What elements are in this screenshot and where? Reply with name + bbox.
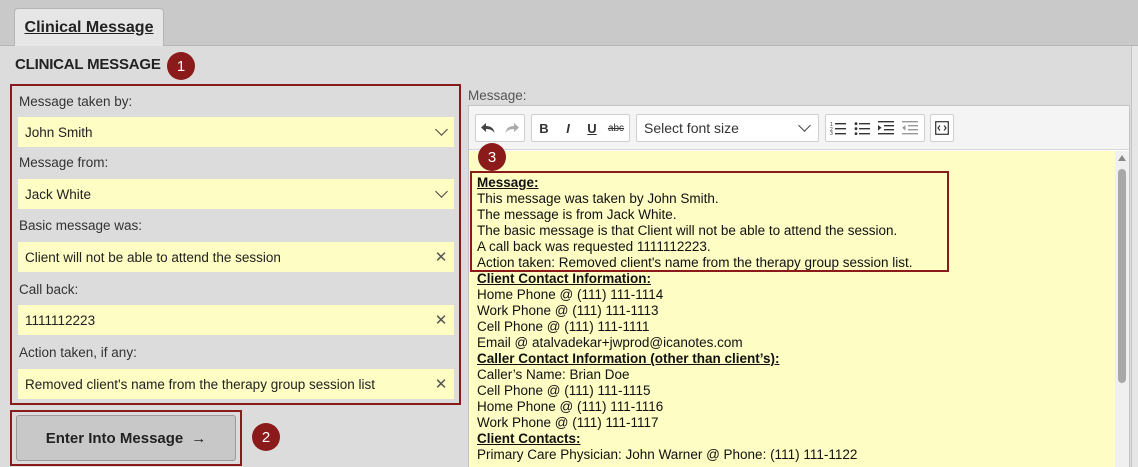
enter-button-highlight: Enter Into Message → <box>10 410 242 466</box>
action-label: Action taken, if any: <box>19 345 137 360</box>
outdent-icon[interactable] <box>898 116 922 140</box>
message-heading-line: Client Contacts: <box>477 431 581 446</box>
message-line: Home Phone @ (111) 111-1116 <box>477 399 664 414</box>
underline-button[interactable]: U <box>580 116 604 140</box>
bullet-list-icon[interactable] <box>850 116 874 140</box>
from-select[interactable]: Jack White <box>18 179 454 209</box>
source-code-icon[interactable] <box>931 116 953 140</box>
editor-toolbar: B I U abc Select font size 123 <box>469 106 1129 150</box>
message-line: Cell Phone @ (111) 111-1111 <box>477 319 650 334</box>
taken-by-value: John Smith <box>25 124 93 140</box>
enter-button-label: Enter Into Message <box>45 429 184 447</box>
message-editor: B I U abc Select font size 123 Message: … <box>468 105 1130 467</box>
arrow-right-icon: → <box>191 429 207 447</box>
basic-message-input[interactable]: Client will not be able to attend the se… <box>18 242 454 272</box>
message-label: Message: <box>468 88 527 103</box>
taken-by-label: Message taken by: <box>19 94 133 109</box>
action-value: Removed client's name from the therapy g… <box>25 376 375 392</box>
scroll-thumb[interactable] <box>1118 169 1126 383</box>
taken-by-select[interactable]: John Smith <box>18 117 454 147</box>
undo-icon[interactable] <box>476 116 500 140</box>
basic-label: Basic message was: <box>19 218 143 233</box>
format-group: B I U abc <box>531 114 630 142</box>
message-form: Message taken by: John Smith Message fro… <box>10 84 461 405</box>
message-line: Cell Phone @ (111) 111-1115 <box>477 383 651 398</box>
action-input[interactable]: Removed client's name from the therapy g… <box>18 369 454 399</box>
message-content[interactable]: Message: This message was taken by John S… <box>469 151 1115 467</box>
step-badge-2: 2 <box>252 423 280 451</box>
tab-bar: Clinical Message <box>0 0 1138 46</box>
chevron-down-icon <box>798 119 811 132</box>
message-line: The basic message is that Client will no… <box>477 223 898 238</box>
message-line: The message is from Jack White. <box>477 207 677 222</box>
source-group <box>930 114 954 142</box>
right-panel-edge <box>1131 46 1138 467</box>
history-group <box>475 114 525 142</box>
message-line: Primary Care Physician: John Warner @ Ph… <box>477 447 858 462</box>
clear-icon[interactable]: ✕ <box>428 242 454 272</box>
scroll-up-icon[interactable] <box>1118 155 1126 161</box>
strikethrough-button[interactable]: abc <box>604 116 628 140</box>
ordered-list-icon[interactable]: 123 <box>826 116 850 140</box>
svg-text:3: 3 <box>830 131 833 135</box>
enter-into-message-button[interactable]: Enter Into Message → <box>16 415 236 461</box>
message-heading-line: Message: <box>477 175 539 190</box>
message-line: Email @ atalvadekar+jwprod@icanotes.com <box>477 335 743 350</box>
indent-icon[interactable] <box>874 116 898 140</box>
step-badge-3: 3 <box>478 143 506 171</box>
chevron-down-icon[interactable] <box>428 179 454 209</box>
message-line: Work Phone @ (111) 111-1117 <box>477 415 659 430</box>
message-line: This message was taken by John Smith. <box>477 191 719 206</box>
callback-value: 1111112223 <box>25 312 96 328</box>
basic-message-value: Client will not be able to attend the se… <box>25 249 281 265</box>
message-heading-line: Client Contact Information: <box>477 271 651 286</box>
redo-icon[interactable] <box>500 116 524 140</box>
message-line: Caller’s Name: Brian Doe <box>477 367 630 382</box>
clear-icon[interactable]: ✕ <box>428 369 454 399</box>
section-title: CLINICAL MESSAGE <box>15 56 161 73</box>
italic-button[interactable]: I <box>556 116 580 140</box>
message-scrollbar[interactable] <box>1115 151 1129 467</box>
font-size-select[interactable]: Select font size <box>636 114 819 142</box>
message-line: Action taken: Removed client's name from… <box>477 255 913 270</box>
font-size-value: Select font size <box>644 120 739 136</box>
list-group: 123 <box>825 114 925 142</box>
message-heading-line: Caller Contact Information (other than c… <box>477 351 780 366</box>
message-line: Home Phone @ (111) 111-1114 <box>477 287 664 302</box>
from-label: Message from: <box>19 155 109 170</box>
callback-input[interactable]: 1111112223 ✕ <box>18 305 454 335</box>
chevron-down-icon[interactable] <box>428 117 454 147</box>
from-value: Jack White <box>25 186 92 202</box>
step-badge-1: 1 <box>167 52 195 80</box>
message-line: A call back was requested 1111112223. <box>477 239 711 254</box>
clear-icon[interactable]: ✕ <box>428 305 454 335</box>
bold-button[interactable]: B <box>532 116 556 140</box>
message-line: Work Phone @ (111) 111-1113 <box>477 303 659 318</box>
tab-clinical-message[interactable]: Clinical Message <box>14 8 164 46</box>
callback-label: Call back: <box>19 282 79 297</box>
